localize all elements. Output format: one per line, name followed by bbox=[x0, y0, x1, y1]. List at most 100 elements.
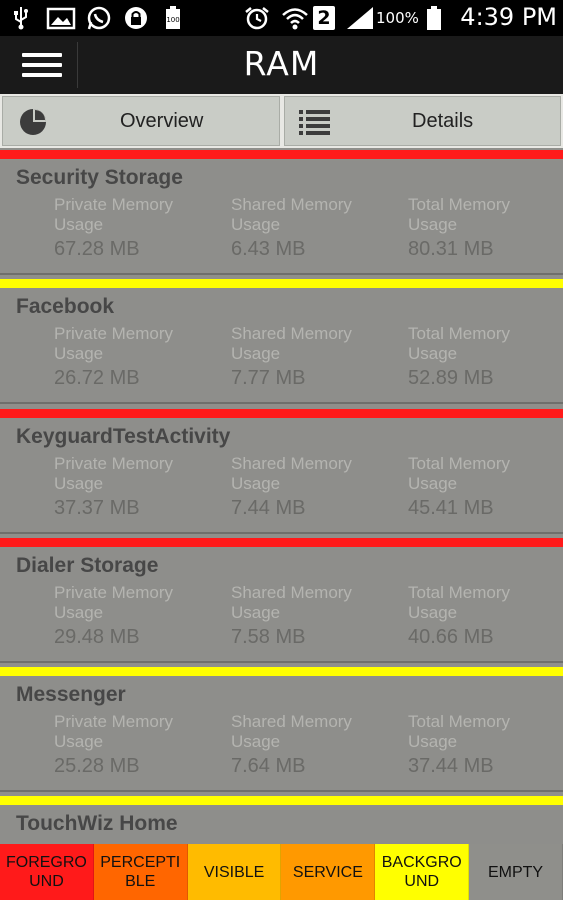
tab-bar: Overview Details bbox=[0, 94, 563, 148]
process-card: Facebook Private Memory Usage 26.72 MB Shar… bbox=[0, 290, 563, 405]
total-memory-label: Total Memory Usage bbox=[408, 712, 511, 752]
signal-icon bbox=[347, 7, 373, 29]
clock: 4:39 PM bbox=[460, 3, 557, 31]
process-name: KeyguardTestActivity bbox=[16, 424, 231, 448]
total-memory-value: 45.41 MB bbox=[408, 496, 494, 519]
image-icon bbox=[46, 7, 76, 30]
importance-stripe bbox=[0, 796, 563, 806]
action-bar: RAM bbox=[0, 36, 563, 94]
process-card: KeyguardTestActivity Private Memory Usage… bbox=[0, 419, 563, 534]
shared-memory-label: Shared Memory Usage bbox=[231, 195, 352, 234]
total-memory-value: 40.66 MB bbox=[408, 625, 494, 648]
process-item[interactable]: Messenger Private Memory Usage 25.28 MB Sha… bbox=[0, 665, 563, 794]
shared-memory-column: Shared Memory Usage 7.77 MB bbox=[231, 324, 401, 390]
alarm-icon bbox=[245, 7, 269, 30]
private-memory-column: Private Memory Usage 37.37 MB bbox=[54, 454, 224, 520]
shared-memory-label: Shared Memory Usage bbox=[231, 712, 352, 752]
private-memory-value: 37.37 MB bbox=[54, 496, 140, 519]
private-memory-value: 67.28 MB bbox=[54, 238, 140, 260]
usb-icon bbox=[14, 7, 28, 30]
legend-perceptible: PERCEPTI BLE bbox=[93, 844, 188, 900]
process-item[interactable]: KeyguardTestActivity Private Memory Usage… bbox=[0, 407, 563, 536]
process-name: Messenger bbox=[16, 683, 126, 707]
importance-stripe bbox=[0, 408, 563, 418]
process-list[interactable]: Security Storage Private Memory Usage 67.2… bbox=[0, 148, 563, 844]
process-item[interactable]: Facebook Private Memory Usage 26.72 MB Shar… bbox=[0, 277, 563, 406]
process-name: Security Storage bbox=[16, 166, 183, 189]
importance-stripe bbox=[0, 150, 563, 159]
shared-memory-label: Shared Memory Usage bbox=[231, 324, 352, 364]
private-memory-column: Private Memory Usage 25.28 MB bbox=[54, 712, 224, 778]
shared-memory-label: Shared Memory Usage bbox=[231, 453, 352, 493]
process-name: Dialer Storage bbox=[16, 553, 159, 577]
total-memory-value: 80.31 MB bbox=[408, 238, 494, 260]
shared-memory-value: 7.77 MB bbox=[231, 367, 306, 390]
process-card: Dialer Storage Private Memory Usage 29.48 … bbox=[0, 548, 563, 663]
private-memory-value: 29.48 MB bbox=[54, 625, 140, 648]
shared-memory-column: Shared Memory Usage 7.58 MB bbox=[231, 583, 401, 649]
total-memory-column: Total Memory Usage 37.44 MB bbox=[408, 712, 563, 778]
wifi-icon bbox=[282, 8, 308, 30]
whatsapp-icon bbox=[87, 6, 111, 30]
legend-empty: EMPTY bbox=[469, 844, 563, 900]
process-card: Security Storage Private Memory Usage 67.2… bbox=[0, 161, 563, 275]
private-memory-label: Private Memory Usage bbox=[54, 453, 174, 493]
total-memory-column: Total Memory Usage 52.89 MB bbox=[408, 324, 563, 390]
total-memory-column: Total Memory Usage 80.31 MB bbox=[408, 195, 563, 261]
shared-memory-column: Shared Memory Usage 7.64 MB bbox=[231, 712, 401, 778]
tab-overview[interactable]: Overview bbox=[2, 96, 280, 146]
private-memory-column: Private Memory Usage 29.48 MB bbox=[54, 583, 224, 649]
tab-details-label: Details bbox=[412, 110, 474, 132]
importance-stripe bbox=[0, 279, 563, 289]
shared-memory-value: 7.44 MB bbox=[231, 496, 306, 519]
pie-chart-icon bbox=[20, 109, 46, 135]
total-memory-label: Total Memory Usage bbox=[408, 195, 511, 234]
private-memory-label: Private Memory Usage bbox=[54, 582, 174, 622]
tab-overview-label: Overview bbox=[120, 110, 204, 132]
private-memory-label: Private Memory Usage bbox=[54, 195, 174, 234]
importance-legend: FOREGRO UND PERCEPTI BLE VISIBLE SERVICE BAC… bbox=[0, 844, 563, 900]
total-memory-label: Total Memory Usage bbox=[408, 582, 511, 622]
private-memory-column: Private Memory Usage 26.72 MB bbox=[54, 324, 224, 390]
legend-service: SERVICE bbox=[281, 844, 376, 900]
legend-foreground: FOREGRO UND bbox=[0, 844, 94, 900]
total-memory-column: Total Memory Usage 40.66 MB bbox=[408, 583, 563, 649]
total-memory-value: 52.89 MB bbox=[408, 367, 494, 390]
process-item[interactable]: Dialer Storage Private Memory Usage 29.48 … bbox=[0, 536, 563, 665]
tab-details[interactable]: Details bbox=[284, 96, 561, 146]
legend-background: BACKGRO UND bbox=[375, 844, 470, 900]
total-memory-label: Total Memory Usage bbox=[408, 324, 511, 364]
process-item[interactable]: TouchWiz HomePrivate Memory UsageShared … bbox=[0, 794, 563, 844]
shared-memory-value: 7.64 MB bbox=[231, 755, 306, 778]
sim-2-icon: 2 bbox=[313, 6, 335, 30]
private-memory-value: 26.72 MB bbox=[54, 367, 140, 390]
battery-icon bbox=[427, 6, 441, 30]
process-card: Messenger Private Memory Usage 25.28 MB Sha… bbox=[0, 678, 563, 793]
battery-full-small-icon: 100 bbox=[166, 6, 180, 29]
private-memory-label: Private Memory Usage bbox=[54, 712, 174, 752]
lock-icon bbox=[125, 7, 147, 29]
shared-memory-column: Shared Memory Usage 7.44 MB bbox=[231, 454, 401, 520]
process-name: Facebook bbox=[16, 295, 115, 319]
shared-memory-column: Shared Memory Usage 6.43 MB bbox=[231, 195, 401, 261]
shared-memory-value: 7.58 MB bbox=[231, 625, 306, 648]
shared-memory-label: Shared Memory Usage bbox=[231, 582, 352, 622]
private-memory-label: Private Memory Usage bbox=[54, 324, 174, 364]
total-memory-label: Total Memory Usage bbox=[408, 453, 511, 493]
svg-text:100: 100 bbox=[166, 16, 179, 24]
legend-visible: VISIBLE bbox=[187, 844, 282, 900]
process-name: TouchWiz Home bbox=[16, 812, 178, 836]
total-memory-value: 37.44 MB bbox=[408, 755, 494, 778]
total-memory-column: Total Memory Usage 45.41 MB bbox=[408, 454, 563, 520]
private-memory-column: Private Memory Usage 67.28 MB bbox=[54, 195, 224, 261]
process-card: TouchWiz HomePrivate Memory UsageShared … bbox=[0, 807, 563, 844]
process-item[interactable]: Security Storage Private Memory Usage 67.2… bbox=[0, 148, 563, 277]
status-bar: 100 2 100% 4:39 PM bbox=[0, 0, 563, 36]
list-icon bbox=[299, 110, 330, 135]
shared-memory-value: 6.43 MB bbox=[231, 238, 306, 260]
importance-stripe bbox=[0, 537, 563, 547]
private-memory-value: 25.28 MB bbox=[54, 755, 140, 778]
battery-percent: 100% bbox=[376, 9, 419, 27]
page-title: RAM bbox=[243, 44, 320, 83]
importance-stripe bbox=[0, 667, 563, 677]
